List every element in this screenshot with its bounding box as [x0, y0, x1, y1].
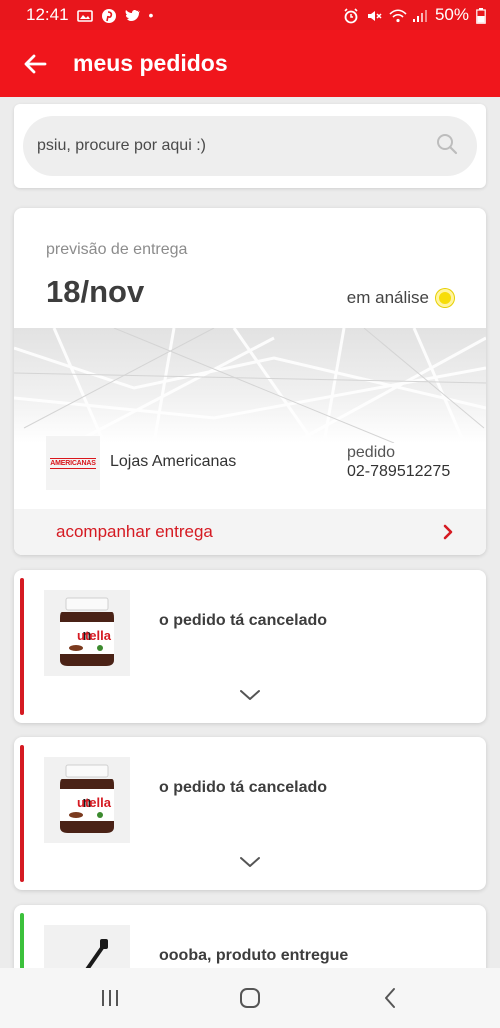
nav-back-button[interactable] — [360, 968, 420, 1028]
twitter-icon — [125, 8, 141, 22]
search-icon[interactable] — [435, 132, 459, 161]
dot-icon: • — [148, 7, 154, 23]
store-logo: AMERICANAS — [46, 436, 100, 490]
chevron-right-icon — [443, 524, 453, 540]
search-input[interactable]: psiu, procure por aqui :) — [23, 116, 477, 176]
store-name: Lojas Americanas — [110, 453, 237, 470]
item-status-text: o pedido tá cancelado — [159, 779, 328, 796]
chevron-down-icon[interactable] — [239, 688, 261, 702]
order-number: 02-789512275 — [347, 463, 451, 480]
status-right: 50% — [343, 5, 486, 25]
track-delivery-button[interactable]: acompanhar entrega — [14, 509, 486, 555]
track-delivery-label: acompanhar entrega — [56, 522, 213, 541]
order-number-label: pedido — [347, 444, 396, 461]
status-time: 12:41 — [26, 5, 69, 24]
order-status-text: em análise — [346, 288, 429, 307]
back-arrow-icon — [24, 54, 47, 73]
status-left: 12:41 • — [26, 5, 153, 25]
delivery-forecast-date: 18/nov — [46, 274, 145, 309]
system-nav-bar — [0, 968, 500, 1028]
delivery-forecast-label: previsão de entrega — [46, 241, 188, 258]
item-status-text: oooba, produto entregue — [159, 947, 349, 964]
back-icon — [385, 988, 395, 1008]
photo-icon — [76, 8, 93, 22]
order-item-card[interactable]: n utella o pedido tá cancelado — [14, 570, 486, 723]
store-logo-text: AMERICANAS — [50, 457, 96, 469]
chevron-down-icon[interactable] — [239, 855, 261, 869]
status-accent-bar — [20, 578, 24, 715]
wifi-icon — [389, 8, 407, 23]
back-button[interactable] — [0, 30, 70, 97]
home-button[interactable] — [220, 968, 280, 1028]
pinterest-icon — [101, 8, 117, 23]
alarm-icon — [343, 8, 359, 24]
app-bar: meus pedidos — [0, 30, 500, 97]
product-image: n utella — [44, 590, 130, 676]
svg-text:utella: utella — [77, 795, 112, 810]
order-status: em análise — [347, 288, 454, 308]
battery-text: 50% — [434, 5, 469, 24]
svg-text:utella: utella — [77, 628, 112, 643]
recent-apps-button[interactable] — [80, 968, 140, 1028]
battery-icon — [476, 8, 486, 24]
nutella-jar-icon: n utella — [60, 597, 114, 666]
nutella-jar-icon: n utella — [60, 764, 114, 833]
mute-icon — [366, 8, 382, 22]
signal-icon — [412, 8, 428, 22]
status-dot-icon — [436, 289, 454, 307]
page-title: meus pedidos — [73, 50, 228, 76]
search-placeholder: psiu, procure por aqui :) — [37, 137, 206, 154]
recent-apps-icon — [102, 990, 118, 1006]
product-image: n utella — [44, 757, 130, 843]
status-bar: 12:41 • 50% — [0, 0, 500, 30]
search-card: psiu, procure por aqui :) — [14, 104, 486, 188]
home-icon — [240, 988, 260, 1008]
order-item-card[interactable]: n utella o pedido tá cancelado — [14, 737, 486, 890]
map-background — [14, 328, 486, 443]
status-accent-bar — [20, 745, 24, 882]
order-card: previsão de entrega 18/nov em análise AM… — [14, 208, 486, 555]
item-status-text: o pedido tá cancelado — [159, 612, 328, 629]
